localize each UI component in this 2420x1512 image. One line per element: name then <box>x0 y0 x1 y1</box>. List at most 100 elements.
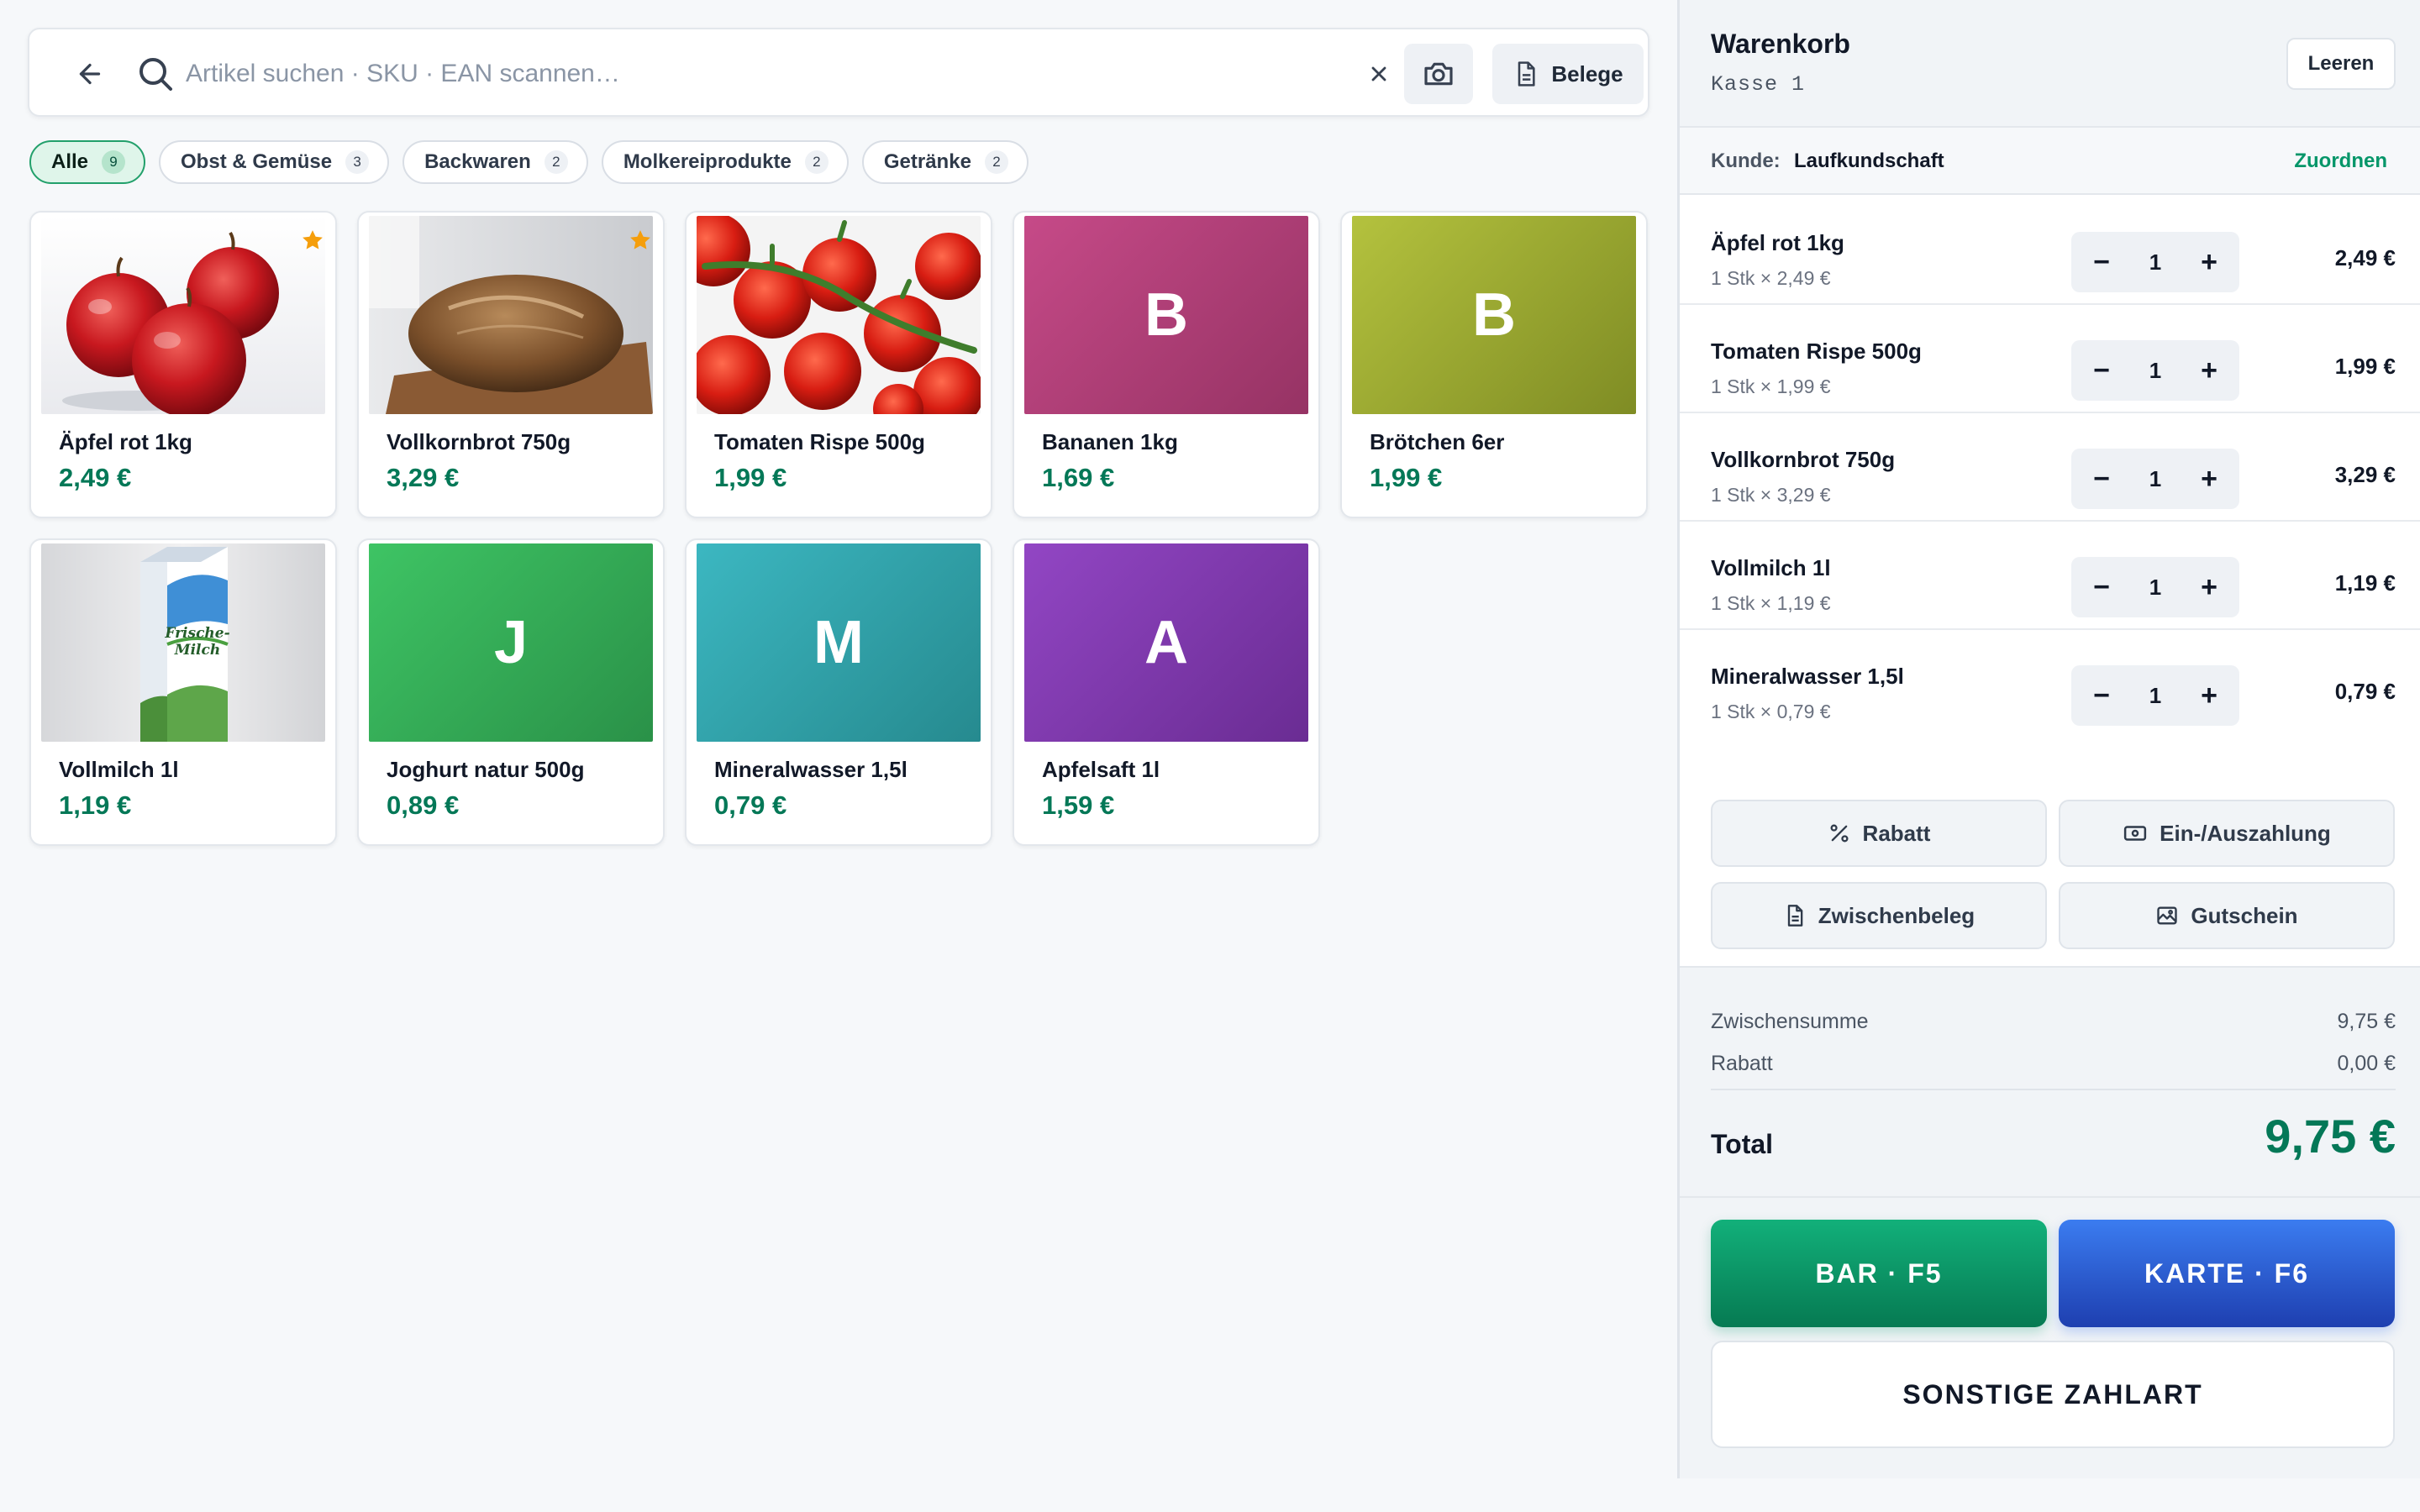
increase-quantity-button[interactable]: + <box>2179 449 2239 509</box>
product-card[interactable]: M Mineralwasser 1,5l 0,79 € <box>685 538 992 846</box>
search-input[interactable] <box>186 48 1278 100</box>
pay-card-button[interactable]: KARTE · F6 <box>2059 1220 2395 1327</box>
product-name: Bananen 1kg <box>1042 429 1178 454</box>
quantity-stepper: − 1 + <box>2071 340 2239 401</box>
product-grid: Äpfel rot 1kg 2,49 € Vollkornbrot 750g 3… <box>29 211 1648 846</box>
assign-customer-button[interactable]: Zuordnen <box>2294 150 2387 173</box>
product-card[interactable]: B Brötchen 6er 1,99 € <box>1340 211 1648 518</box>
receipts-label: Belege <box>1551 60 1623 87</box>
clear-cart-button[interactable]: Leeren <box>2286 38 2396 90</box>
cash-in-out-button[interactable]: Ein-/Auszahlung <box>2059 800 2395 867</box>
search-icon <box>139 58 172 91</box>
other-payment-button[interactable]: SONSTIGE ZAHLART <box>1711 1341 2395 1448</box>
customer-label: Kunde: <box>1711 150 1781 172</box>
cart-title: Warenkorb <box>1711 29 1850 59</box>
register-name: Kasse 1 <box>1711 72 1806 97</box>
product-initial: J <box>493 609 529 676</box>
cart-actions: Rabatt Ein-/Auszahlung Zwischenbeleg Gut… <box>1711 800 2395 949</box>
document-icon <box>1518 61 1535 87</box>
category-chip-obst-gemuese[interactable]: Obst & Gemüse 3 <box>159 140 390 184</box>
category-count: 2 <box>544 150 568 174</box>
cart-line-detail: 1 Stk × 3,29 € <box>1711 484 1831 506</box>
cart-line-total: 2,49 € <box>2334 245 2396 270</box>
increase-quantity-button[interactable]: + <box>2179 340 2239 401</box>
receipts-button[interactable]: Belege <box>1492 44 1644 104</box>
minus-icon: − <box>2093 570 2110 603</box>
product-price: 1,99 € <box>1370 463 1443 492</box>
cart-line-name: Vollmilch 1l <box>1711 555 1831 580</box>
quantity-stepper: − 1 + <box>2071 557 2239 617</box>
quantity-value: 1 <box>2149 574 2162 600</box>
cash-in-out-label: Ein-/Auszahlung <box>2160 820 2331 846</box>
product-card[interactable]: Tomaten Rispe 500g 1,99 € <box>685 211 992 518</box>
customer-name: Laufkundschaft <box>1794 150 1944 172</box>
product-initial: B <box>1144 281 1188 349</box>
back-button[interactable] <box>66 50 113 97</box>
category-chip-getraenke[interactable]: Getränke 2 <box>861 140 1028 184</box>
clear-search-button[interactable] <box>1359 54 1399 94</box>
discount-button[interactable]: Rabatt <box>1711 800 2047 867</box>
plus-icon: + <box>2201 245 2217 278</box>
minus-icon: − <box>2093 679 2110 711</box>
quantity-value: 1 <box>2149 682 2162 708</box>
cart-panel: Warenkorb Kasse 1 Leeren Kunde: Laufkund… <box>1677 0 2420 1478</box>
product-card[interactable]: A Apfelsaft 1l 1,59 € <box>1013 538 1320 846</box>
interim-receipt-button[interactable]: Zwischenbeleg <box>1711 882 2047 949</box>
decrease-quantity-button[interactable]: − <box>2071 449 2132 509</box>
document-icon <box>1787 905 1803 927</box>
product-price: 1,59 € <box>1042 790 1115 820</box>
product-price: 3,29 € <box>387 463 460 492</box>
category-chip-molkereiprodukte[interactable]: Molkereiprodukte 2 <box>601 140 849 184</box>
cart-line: Vollkornbrot 750g 1 Stk × 3,29 € − 1 + 3… <box>1680 413 2420 522</box>
total-label: Total <box>1711 1129 1774 1159</box>
product-initial: M <box>813 609 864 676</box>
product-placeholder-image: M <box>697 543 981 742</box>
subtotal-label: Zwischensumme <box>1711 1010 1869 1033</box>
payment-area: BAR · F5 KARTE · F6 SONSTIGE ZAHLART <box>1680 1198 2420 1478</box>
category-count: 3 <box>345 150 370 174</box>
product-card[interactable]: Vollkornbrot 750g 3,29 € <box>357 211 665 518</box>
search-bar: Belege <box>28 28 1649 117</box>
cart-line: Äpfel rot 1kg 1 Stk × 2,49 € − 1 + 2,49 … <box>1680 197 2420 305</box>
product-name: Vollmilch 1l <box>59 757 179 782</box>
voucher-button[interactable]: Gutschein <box>2059 882 2395 949</box>
subtotal-row: Zwischensumme 9,75 € <box>1711 1010 2396 1034</box>
voucher-label: Gutschein <box>2191 902 2298 928</box>
decrease-quantity-button[interactable]: − <box>2071 665 2132 726</box>
product-placeholder-image: B <box>1352 216 1636 414</box>
customer-row: Kunde: Laufkundschaft Zuordnen <box>1680 128 2420 195</box>
minus-icon: − <box>2093 462 2110 495</box>
camera-scan-button[interactable] <box>1404 44 1473 104</box>
camera-icon <box>1424 62 1453 86</box>
increase-quantity-button[interactable]: + <box>2179 665 2239 726</box>
product-initial: A <box>1144 609 1188 676</box>
category-count: 2 <box>804 150 829 174</box>
quantity-value: 1 <box>2149 357 2162 383</box>
product-placeholder-image: A <box>1024 543 1308 742</box>
cart-line-name: Äpfel rot 1kg <box>1711 230 1844 255</box>
cart-line: Tomaten Rispe 500g 1 Stk × 1,99 € − 1 + … <box>1680 305 2420 413</box>
decrease-quantity-button[interactable]: − <box>2071 340 2132 401</box>
arrow-left-icon <box>79 63 101 85</box>
discount-total-label: Rabatt <box>1711 1052 1773 1075</box>
plus-icon: + <box>2201 354 2217 386</box>
quantity-stepper: − 1 + <box>2071 232 2239 292</box>
product-placeholder-image: B <box>1024 216 1308 414</box>
product-card[interactable]: Äpfel rot 1kg 2,49 € <box>29 211 337 518</box>
product-name: Tomaten Rispe 500g <box>714 429 925 454</box>
cart-line-name: Tomaten Rispe 500g <box>1711 339 1922 364</box>
product-card[interactable]: Frische- Milch Vollmilch 1l 1,19 € <box>29 538 337 846</box>
cart-line: Vollmilch 1l 1 Stk × 1,19 € − 1 + 1,19 € <box>1680 522 2420 630</box>
decrease-quantity-button[interactable]: − <box>2071 232 2132 292</box>
category-chip-alle[interactable]: Alle 9 <box>29 140 146 184</box>
increase-quantity-button[interactable]: + <box>2179 557 2239 617</box>
increase-quantity-button[interactable]: + <box>2179 232 2239 292</box>
subtotal-value: 9,75 € <box>2337 1010 2396 1033</box>
pay-cash-button[interactable]: BAR · F5 <box>1711 1220 2047 1327</box>
product-card[interactable]: B Bananen 1kg 1,69 € <box>1013 211 1320 518</box>
category-chip-backwaren[interactable]: Backwaren 2 <box>402 140 588 184</box>
decrease-quantity-button[interactable]: − <box>2071 557 2132 617</box>
product-card[interactable]: J Joghurt natur 500g 0,89 € <box>357 538 665 846</box>
minus-icon: − <box>2093 354 2110 386</box>
product-name: Vollkornbrot 750g <box>387 429 571 454</box>
